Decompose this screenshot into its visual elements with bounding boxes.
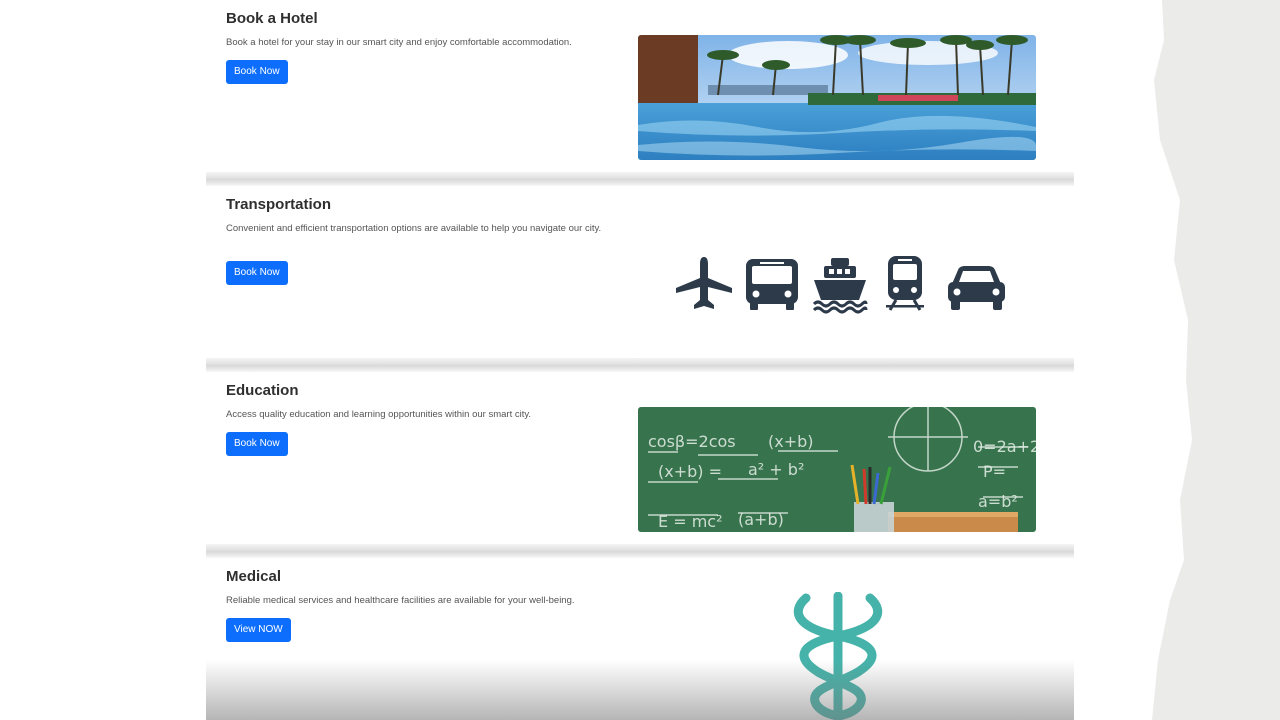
svg-text:(a+b): (a+b) (738, 510, 784, 529)
resort-pool-image (638, 35, 1036, 160)
svg-text:0=2a+2: 0=2a+2 (973, 437, 1036, 456)
svg-text:P=: P= (983, 462, 1006, 481)
section-description: Book a hotel for your stay in our smart … (226, 37, 572, 48)
ship-icon (812, 258, 868, 314)
book-hotel-button[interactable]: Book Now (226, 60, 288, 84)
hotel-section: Book a Hotel Book a hotel for your stay … (206, 0, 1074, 172)
train-icon (886, 256, 924, 311)
section-description: Convenient and efficient transportation … (226, 223, 602, 234)
svg-text:a² + b²: a² + b² (748, 460, 804, 479)
caduceus-icon (788, 591, 888, 720)
education-section: Education Access quality education and l… (206, 372, 1074, 544)
svg-text:(x+b) =: (x+b) = (658, 462, 722, 481)
transportation-section: Transportation Convenient and efficient … (206, 186, 1074, 358)
education-image: cosβ=2cos (x+b) (x+b) = a² + b² E = mc² … (638, 407, 1036, 532)
chalkboard-image: cosβ=2cos (x+b) (x+b) = a² + b² E = mc² … (638, 407, 1036, 532)
transport-icons (676, 254, 1006, 314)
bus-icon (746, 259, 798, 310)
section-description: Access quality education and learning op… (226, 409, 532, 420)
car-icon (948, 266, 1005, 310)
airplane-icon (676, 257, 732, 309)
svg-text:(x+b): (x+b) (768, 432, 814, 451)
section-divider (206, 172, 1074, 186)
book-education-button[interactable]: Book Now (226, 432, 288, 456)
section-description: Reliable medical services and healthcare… (226, 595, 575, 606)
section-title: Transportation (226, 196, 332, 213)
section-title: Education (226, 382, 299, 399)
svg-text:cosβ=2cos: cosβ=2cos (648, 432, 736, 451)
section-divider (206, 544, 1074, 558)
torn-paper-edge (1152, 0, 1280, 720)
svg-text:E = mc²: E = mc² (658, 512, 722, 531)
svg-text:a=b²: a=b² (978, 492, 1018, 511)
medical-section: Medical Reliable medical services and he… (206, 558, 1074, 720)
section-divider (206, 358, 1074, 372)
view-medical-button[interactable]: View NOW (226, 618, 291, 642)
book-transportation-button[interactable]: Book Now (226, 261, 288, 285)
hotel-image (638, 35, 1036, 160)
section-title: Book a Hotel (226, 10, 318, 27)
section-title: Medical (226, 568, 282, 585)
services-page: Book a Hotel Book a hotel for your stay … (206, 0, 1074, 720)
